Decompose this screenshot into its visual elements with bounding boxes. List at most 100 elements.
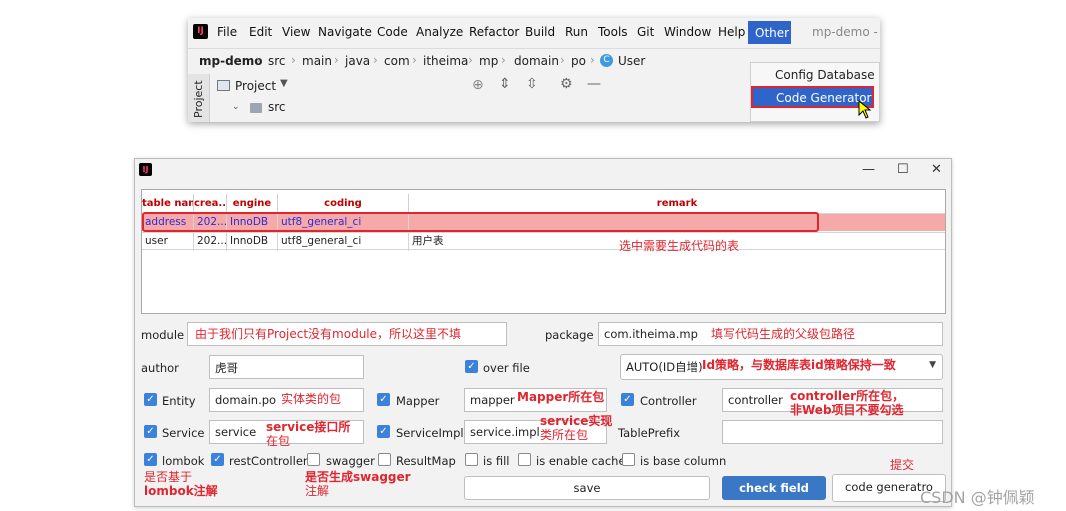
menu-refactor[interactable]: Refactor [469,25,519,39]
annotation-controller-1: controller所在包， [790,389,905,403]
annotation-swagger-1: 是否生成swagger [305,470,411,484]
annotation-service-2: 在包 [266,434,291,448]
menu-build[interactable]: Build [525,25,555,39]
breadcrumb-item[interactable]: mp-demo [199,54,263,68]
caret-down-icon[interactable]: ▼ [280,78,288,89]
serviceimpl-checkbox[interactable]: ✓ [377,425,390,438]
table-list: table name crea... engine coding remark … [141,189,946,314]
minimize-panel-icon[interactable]: — [587,76,601,92]
id-strategy-value: AUTO(ID自增) [626,360,703,374]
menu-file[interactable]: File [217,25,237,39]
isfill-label: is fill [483,454,510,468]
table-cell: 202... [194,233,227,251]
package-label: package [545,328,594,342]
isbasecolumn-checkbox[interactable] [622,453,635,466]
menu-tools[interactable]: Tools [598,25,628,39]
tableprefix-label: TablePrefix [618,426,681,440]
class-icon: C [600,54,613,67]
minimize-button[interactable]: — [862,162,875,177]
breadcrumb-item[interactable]: main [302,54,332,68]
annotation-controller-2: 非Web项目不要勾选 [790,403,904,417]
project-window-icon [217,80,230,91]
code-generator-dialog: IJ — ☐ ✕ table name crea... engine codin… [134,158,952,507]
chevron-right-icon: › [256,53,261,67]
restcontroller-label: restController [229,454,308,468]
menu-analyze[interactable]: Analyze [416,25,463,39]
menu-item-config-database[interactable]: Config Database [775,68,875,82]
menu-item-code-generator[interactable]: Code Generator [751,86,874,108]
mapper-checkbox[interactable]: ✓ [377,393,390,406]
chevron-down-icon[interactable]: ⌄ [232,102,240,112]
menu-help[interactable]: Help [718,25,745,39]
tree-item-src[interactable]: src [268,100,286,114]
entity-checkbox[interactable]: ✓ [144,393,157,406]
swagger-checkbox[interactable] [307,453,320,466]
expand-all-icon[interactable]: ⇕ [499,76,511,92]
breadcrumb-item[interactable]: java [345,54,370,68]
author-field[interactable]: 虎哥 [209,355,364,379]
annotation-entity: 实体类的包 [281,392,342,406]
breadcrumb-item[interactable]: User [618,54,645,68]
check-field-button[interactable]: check field [722,476,826,500]
menu-navigate[interactable]: Navigate [318,25,372,39]
column-header[interactable]: table name [142,194,194,214]
ide-window: IJ File Edit View Navigate Code Analyze … [188,18,880,122]
annotation-select-table: 选中需要生成代码的表 [619,239,740,253]
controller-label: Controller [640,394,697,408]
menu-run[interactable]: Run [565,25,588,39]
breadcrumb-item[interactable]: domain [514,54,559,68]
annotation-id-strategy: Id策略，与数据库表id策略保持一致 [702,358,896,372]
annotation-swagger-2: 注解 [305,484,330,498]
controller-checkbox[interactable]: ✓ [621,393,634,406]
breadcrumb-item[interactable]: mp [479,54,498,68]
table-cell: InnoDB [227,233,278,251]
column-header[interactable]: coding [278,194,409,214]
menu-edit[interactable]: Edit [249,25,272,39]
resultmap-checkbox[interactable] [378,453,391,466]
breadcrumb-item[interactable]: itheima [423,54,468,68]
menu-view[interactable]: View [282,25,310,39]
selection-highlight-box [142,212,819,232]
service-label: Service [162,426,205,440]
isfill-checkbox[interactable] [465,453,478,466]
close-button[interactable]: ✕ [931,162,942,177]
author-label: author [141,361,179,375]
menu-git[interactable]: Git [637,25,654,39]
column-header[interactable]: remark [409,194,945,214]
save-button[interactable]: save [464,476,710,500]
isenablecache-label: is enable cache [536,454,626,468]
annotation-mapper: Mapper所在包 [517,390,605,404]
lombok-checkbox[interactable]: ✓ [144,453,157,466]
project-view-label[interactable]: Project [235,79,276,93]
breadcrumb-item[interactable]: com [384,54,410,68]
maximize-button[interactable]: ☐ [897,162,909,177]
side-tab-label: Project [192,80,205,118]
project-toolbar: Project ▼ ⊕ ⇕ ⇳ ⚙ — ⌄ src [210,76,790,114]
gear-icon[interactable]: ⚙ [560,76,573,92]
restcontroller-checkbox[interactable]: ✓ [211,453,224,466]
menu-code[interactable]: Code [377,25,408,39]
annotation-service-1: service接口所 [266,420,351,434]
collapse-all-icon[interactable]: ⇳ [526,76,538,92]
breadcrumb-item[interactable]: src [268,54,286,68]
menu-other[interactable]: Other [748,21,791,44]
lombok-label: lombok [162,454,205,468]
window-title: mp-demo - Ac [812,25,880,39]
module-label: module [141,328,185,342]
column-header[interactable]: engine [227,194,278,214]
tableprefix-field[interactable] [722,420,943,444]
service-checkbox[interactable]: ✓ [144,425,157,438]
chevron-right-icon: › [334,53,339,67]
chevron-right-icon: › [291,53,296,67]
breadcrumb-item[interactable]: po [571,54,586,68]
locate-icon[interactable]: ⊕ [472,77,484,93]
entity-label: Entity [162,394,196,408]
chevron-right-icon: › [373,53,378,67]
project-side-tab[interactable]: Project [188,74,210,122]
table-row[interactable]: user 202... InnoDB utf8_general_ci 用户表 [142,232,945,251]
isenablecache-checkbox[interactable] [518,453,531,466]
over-file-checkbox[interactable]: ✓ [465,360,478,373]
column-header[interactable]: crea... [194,194,227,214]
menu-window[interactable]: Window [664,25,711,39]
folder-icon [250,103,262,113]
